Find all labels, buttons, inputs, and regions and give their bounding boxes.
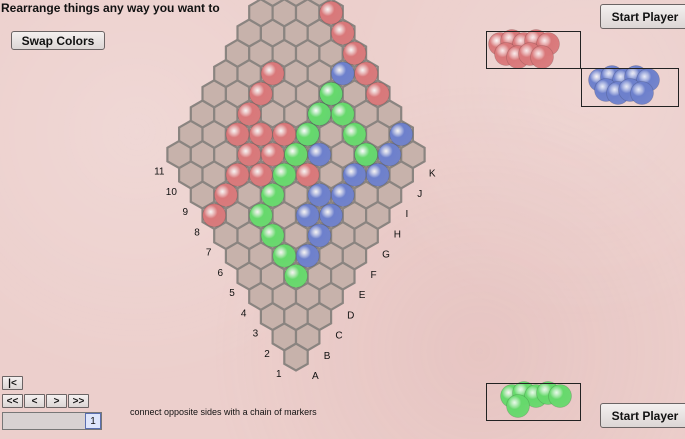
row-label: 8	[194, 227, 200, 238]
row-label: 10	[166, 187, 178, 198]
column-label: G	[382, 250, 390, 261]
blue-stone[interactable]	[307, 183, 332, 207]
row-label: 7	[206, 248, 212, 259]
row-label: 1	[276, 369, 282, 380]
column-label: J	[417, 189, 422, 200]
hex-board[interactable]: ABCDEFGHIJK1234567891011	[0, 0, 685, 439]
column-label: C	[335, 331, 342, 342]
green-stone[interactable]	[260, 183, 285, 207]
red-stone[interactable]	[354, 61, 379, 86]
green-stone[interactable]	[260, 223, 285, 248]
blue-stone[interactable]	[342, 162, 367, 187]
slider-track	[3, 413, 85, 429]
green-stone[interactable]	[272, 162, 297, 187]
green-stone[interactable]	[284, 264, 308, 288]
column-label: A	[312, 371, 319, 382]
red-stone[interactable]	[248, 122, 273, 147]
green-stone[interactable]	[330, 102, 355, 126]
blue-stone[interactable]	[319, 203, 344, 228]
green-stone-tray[interactable]	[486, 383, 581, 421]
forward-fast-button[interactable]: >>	[68, 394, 89, 408]
red-stone[interactable]	[225, 162, 250, 187]
row-label: 11	[154, 167, 165, 178]
blue-stone[interactable]	[330, 183, 355, 207]
blue-stone[interactable]	[365, 162, 390, 187]
row-label: 3	[253, 329, 259, 340]
first-move-button[interactable]: |<	[2, 376, 23, 390]
blue-stone[interactable]	[295, 203, 320, 228]
blue-stone[interactable]	[307, 142, 332, 167]
red-stone[interactable]	[295, 162, 320, 187]
red-stone[interactable]	[248, 162, 273, 187]
column-label: D	[347, 310, 354, 321]
column-label: I	[406, 209, 409, 220]
red-stone[interactable]	[202, 203, 227, 228]
forward-button[interactable]: >	[46, 394, 67, 408]
red-stone[interactable]	[342, 41, 367, 66]
red-stone[interactable]	[248, 81, 273, 106]
blue-stone[interactable]	[295, 243, 320, 268]
red-stone[interactable]	[237, 142, 262, 167]
blue-stone[interactable]	[330, 61, 355, 86]
red-stone-tray[interactable]	[486, 31, 581, 69]
column-label: B	[324, 351, 331, 362]
back-fast-button[interactable]: <<	[2, 394, 23, 408]
red-stone[interactable]	[319, 0, 344, 25]
red-stone[interactable]	[260, 61, 285, 86]
red-stone[interactable]	[330, 21, 355, 45]
hint-text: connect opposite sides with a chain of m…	[130, 407, 317, 417]
green-stone[interactable]	[272, 243, 297, 268]
blue-stone[interactable]	[389, 122, 414, 147]
back-button[interactable]: <	[24, 394, 45, 408]
green-stone[interactable]	[354, 142, 379, 167]
blue-stone[interactable]	[307, 223, 332, 248]
green-stone[interactable]	[248, 203, 273, 228]
row-label: 2	[264, 349, 270, 360]
move-slider[interactable]: 1	[2, 412, 102, 430]
column-label: F	[371, 270, 377, 281]
row-label: 5	[229, 288, 235, 299]
row-label: 9	[183, 207, 189, 218]
green-stone[interactable]	[295, 122, 320, 147]
red-stone[interactable]	[260, 142, 285, 167]
red-stone[interactable]	[225, 122, 250, 147]
green-stone[interactable]	[319, 81, 344, 106]
green-stone[interactable]	[342, 122, 367, 147]
row-label: 4	[241, 308, 247, 319]
row-label: 6	[218, 268, 224, 279]
red-stone[interactable]	[272, 122, 297, 147]
green-stone[interactable]	[307, 102, 332, 126]
green-stone[interactable]	[284, 142, 308, 167]
column-label: K	[429, 169, 436, 180]
red-stone[interactable]	[213, 183, 238, 207]
blue-stone[interactable]	[377, 142, 402, 167]
red-stone[interactable]	[237, 102, 262, 126]
column-label: E	[359, 290, 366, 301]
red-stone[interactable]	[365, 81, 390, 106]
column-label: H	[394, 229, 401, 240]
board-cells	[166, 0, 426, 372]
slider-thumb[interactable]: 1	[85, 413, 101, 429]
blue-stone-tray[interactable]	[581, 68, 679, 107]
